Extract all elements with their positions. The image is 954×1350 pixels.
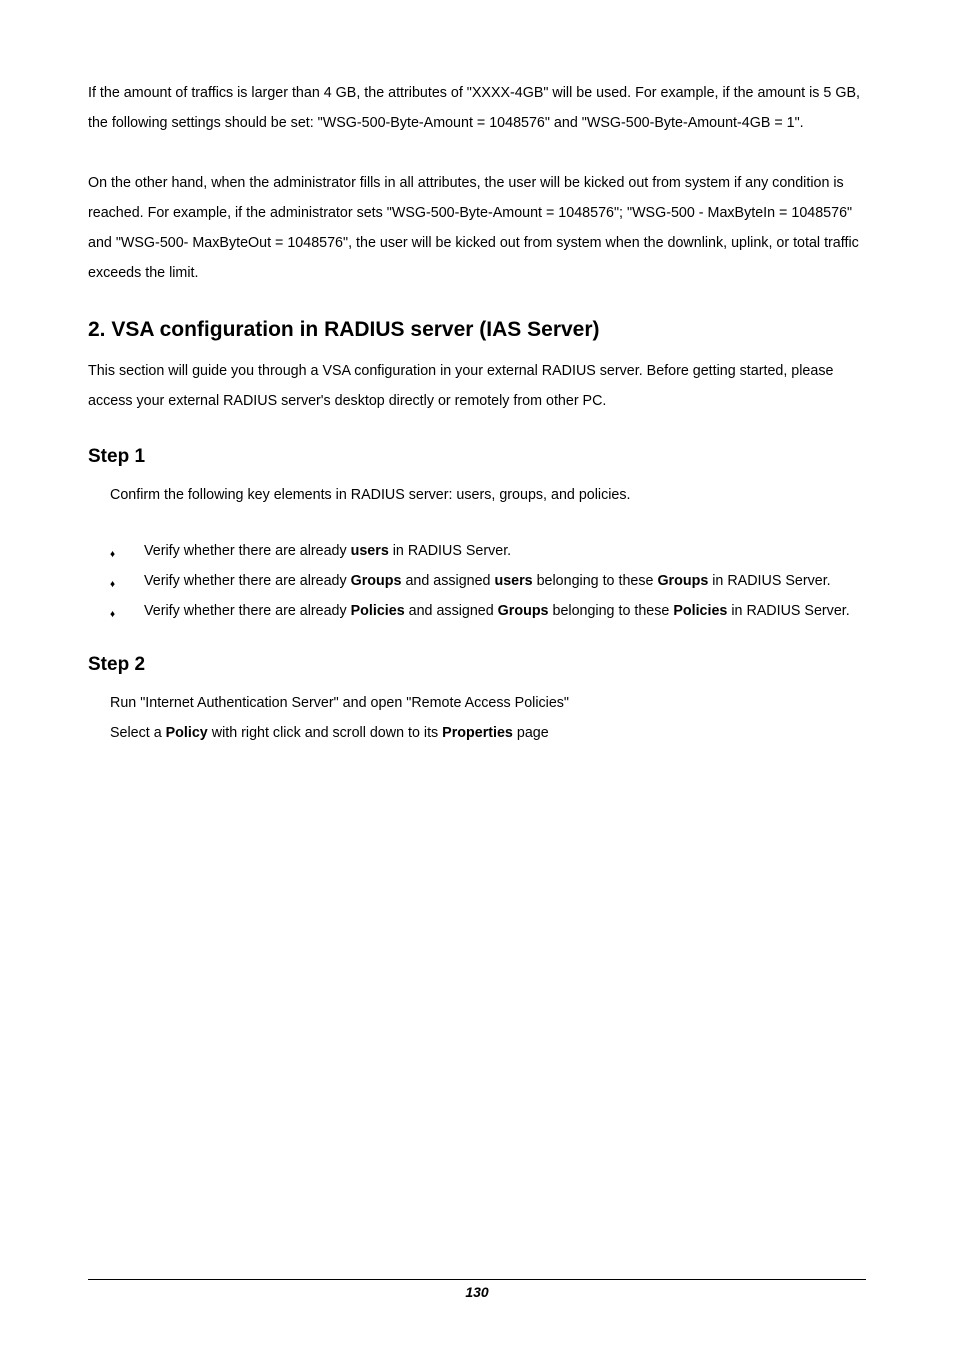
paragraph-1: If the amount of traffics is larger than… [88, 78, 866, 138]
text: Verify whether there are already [144, 573, 351, 589]
page-number: 130 [465, 1284, 488, 1300]
bold-properties: Properties [442, 725, 513, 741]
bold-policies: Policies [673, 603, 727, 619]
bold-groups: Groups [351, 573, 402, 589]
list-item: Verify whether there are already users i… [110, 536, 866, 566]
text: Verify whether there are already [144, 543, 351, 559]
step1-bullet-list: Verify whether there are already users i… [88, 536, 866, 626]
step1-intro: Confirm the following key elements in RA… [88, 480, 866, 510]
list-item: Verify whether there are already Policie… [110, 596, 866, 626]
heading-step-2: Step 2 [88, 654, 866, 676]
text: in RADIUS Server. [389, 543, 511, 559]
text: page [513, 725, 549, 741]
page-footer: 130 [88, 1279, 866, 1302]
step2-line2: Select a Policy with right click and scr… [110, 718, 866, 748]
paragraph-2: On the other hand, when the administrato… [88, 168, 866, 288]
text: Verify whether there are already [144, 603, 351, 619]
bold-policies: Policies [351, 603, 405, 619]
text: belonging to these [549, 603, 674, 619]
heading-vsa-config: 2. VSA configuration in RADIUS server (I… [88, 318, 866, 342]
paragraph-3: This section will guide you through a VS… [88, 356, 866, 416]
step2-content: Run "Internet Authentication Server" and… [88, 688, 866, 748]
bold-users: users [351, 543, 389, 559]
bold-users: users [494, 573, 532, 589]
step2-line1: Run "Internet Authentication Server" and… [110, 688, 866, 718]
text: with right click and scroll down to its [208, 725, 442, 741]
text: Select a [110, 725, 166, 741]
bold-groups: Groups [498, 603, 549, 619]
bold-groups: Groups [657, 573, 708, 589]
list-item: Verify whether there are already Groups … [110, 566, 866, 596]
text: and assigned [401, 573, 494, 589]
text: and assigned [405, 603, 498, 619]
bold-policy: Policy [166, 725, 208, 741]
text: in RADIUS Server. [727, 603, 849, 619]
heading-step-1: Step 1 [88, 446, 866, 468]
text: belonging to these [533, 573, 658, 589]
text: in RADIUS Server. [708, 573, 830, 589]
